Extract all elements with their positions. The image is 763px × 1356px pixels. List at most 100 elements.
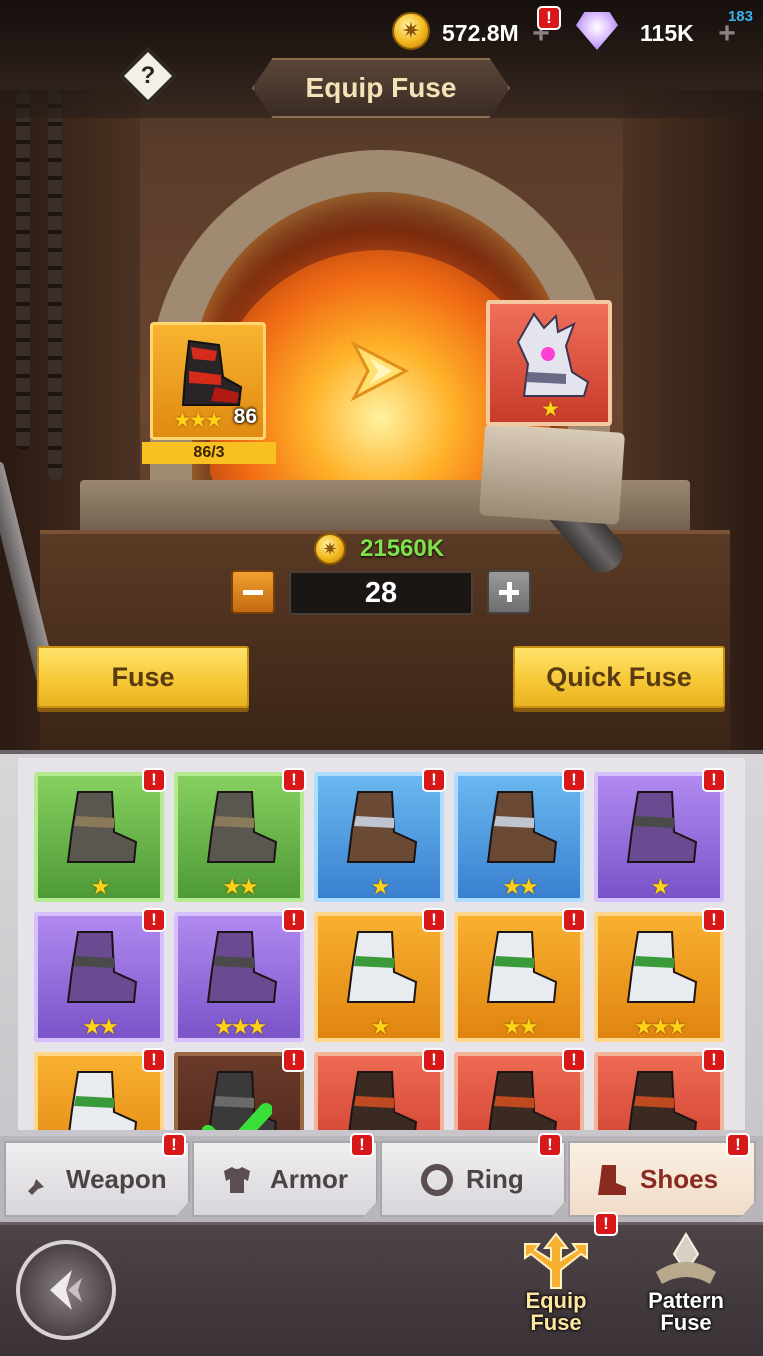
alert-badge: ! [142, 1048, 166, 1072]
alert-badge: ! [422, 908, 446, 932]
silver-boot-icon [516, 312, 590, 397]
nav-pattern-fuse-line2: Fuse [660, 1310, 712, 1335]
inventory-item[interactable]: ★! [314, 768, 446, 902]
result-stars: ★ [541, 398, 560, 421]
alert-badge: ! [422, 1048, 446, 1072]
inventory-item[interactable]: ★★! [454, 768, 586, 902]
inventory-item[interactable]: ★★! [454, 908, 586, 1042]
item-stars: ★★★ [633, 1014, 687, 1039]
boot-icon [486, 931, 558, 1003]
tab-weapon-label: Weapon [66, 1164, 167, 1194]
sword-icon [28, 1165, 56, 1195]
alert-badge: ! [350, 1133, 374, 1157]
tab-armor-label: Armor [270, 1164, 349, 1194]
boot-icon [488, 1071, 558, 1130]
nav-equip-fuse[interactable]: Equip Fuse [506, 1232, 606, 1334]
boot-icon [66, 791, 138, 863]
tab-shoes-label: Shoes [640, 1164, 719, 1194]
alert-badge: ! [282, 1048, 306, 1072]
fuse-cost: 21560K [360, 535, 445, 562]
nav-equip-fuse-line1: Equip [525, 1288, 587, 1313]
boot-icon [346, 791, 418, 863]
equip-fuse-icon [524, 1232, 588, 1289]
quantity-value: 28 [289, 571, 473, 615]
alert-badge: ! [537, 6, 561, 30]
red-boot-icon [181, 339, 243, 406]
fuse-arrow-icon [350, 340, 410, 402]
alert-badge: ! [702, 1048, 726, 1072]
page-title: Equip Fuse [305, 72, 457, 103]
boot-icon [206, 791, 278, 863]
tab-ring-label: Ring [466, 1164, 524, 1194]
inventory-item[interactable]: ! [34, 1048, 166, 1130]
inventory-item[interactable]: ! [594, 1048, 726, 1130]
inventory-item[interactable]: ★! [34, 768, 166, 902]
gem-amount: 115K [640, 20, 694, 46]
ring-icon [421, 1164, 453, 1196]
alert-badge: ! [562, 1048, 586, 1072]
source-equipment-slot[interactable]: ★★★ 86 [150, 322, 266, 440]
inventory-item[interactable]: ! [174, 1048, 306, 1130]
source-level: 86 [233, 405, 257, 428]
inventory-item[interactable]: ★★★! [174, 908, 306, 1042]
alert-badge: ! [702, 768, 726, 792]
boot-icon [68, 1071, 138, 1130]
inventory-item[interactable]: ! [314, 1048, 446, 1130]
alert-badge: ! [422, 768, 446, 792]
alert-badge: ! [562, 768, 586, 792]
item-stars: ★ [90, 874, 111, 899]
item-stars: ★★ [222, 874, 258, 899]
alert-badge: ! [142, 908, 166, 932]
result-equipment-slot[interactable]: ★ [486, 300, 612, 426]
decrease-quantity-button[interactable] [231, 570, 275, 614]
workbench [40, 530, 730, 750]
alert-badge: ! [538, 1133, 562, 1157]
inventory-item[interactable]: ★! [594, 768, 726, 902]
inventory-grid: ★! ★★! ★! ★★! ★! ★★! ★★★! ★! ★★! ★★★!!!!!! [18, 758, 745, 1130]
fuse-button[interactable]: Fuse [37, 646, 249, 708]
item-stars: ★ [370, 1014, 391, 1039]
boot-icon [598, 1165, 626, 1195]
alert-badge: ! [162, 1133, 186, 1157]
quick-fuse-button[interactable]: Quick Fuse [513, 646, 725, 708]
back-button[interactable] [16, 1240, 116, 1340]
help-icon: ? [140, 62, 156, 89]
source-stars: ★★★ [173, 409, 224, 432]
hammer-head [478, 423, 626, 525]
item-stars: ★ [650, 874, 671, 899]
inventory-item[interactable]: ★! [314, 908, 446, 1042]
inventory-item[interactable]: ★★! [174, 768, 306, 902]
pattern-fuse-icon [656, 1232, 716, 1284]
boot-icon [348, 1071, 418, 1130]
corner-counter: 183 [727, 8, 753, 25]
inventory-item[interactable]: ★★★! [594, 908, 726, 1042]
alert-badge: ! [142, 768, 166, 792]
nav-equip-fuse-line2: Fuse [530, 1310, 582, 1335]
alert-badge: ! [726, 1133, 750, 1157]
fusion-progress-bar: 86/3 [142, 442, 276, 464]
inventory-item[interactable]: ! [454, 1048, 586, 1130]
boot-icon [66, 931, 138, 1003]
back-arrow-icon [50, 1270, 82, 1310]
boot-icon [486, 791, 558, 863]
cost-coin-icon [314, 533, 346, 565]
boot-icon [628, 1071, 698, 1130]
boot-icon [626, 931, 698, 1003]
alert-badge: ! [282, 768, 306, 792]
chain-decoration [48, 90, 62, 480]
item-stars: ★★ [502, 874, 538, 899]
increase-quantity-button[interactable] [487, 570, 531, 614]
item-stars: ★★ [502, 1014, 538, 1039]
add-gem-button[interactable]: + [716, 19, 738, 49]
item-stars: ★ [370, 874, 391, 899]
boot-icon [346, 931, 418, 1003]
fusion-progress-text: 86/3 [193, 444, 225, 461]
alert-badge: ! [562, 908, 586, 932]
item-stars: ★★★ [213, 1014, 267, 1039]
nav-pattern-fuse-line1: Pattern [648, 1288, 724, 1313]
armor-icon [224, 1167, 250, 1193]
nav-pattern-fuse[interactable]: Pattern Fuse [632, 1232, 740, 1334]
chain-decoration [16, 90, 30, 450]
check-icon [202, 1103, 272, 1130]
inventory-item[interactable]: ★★! [34, 908, 166, 1042]
